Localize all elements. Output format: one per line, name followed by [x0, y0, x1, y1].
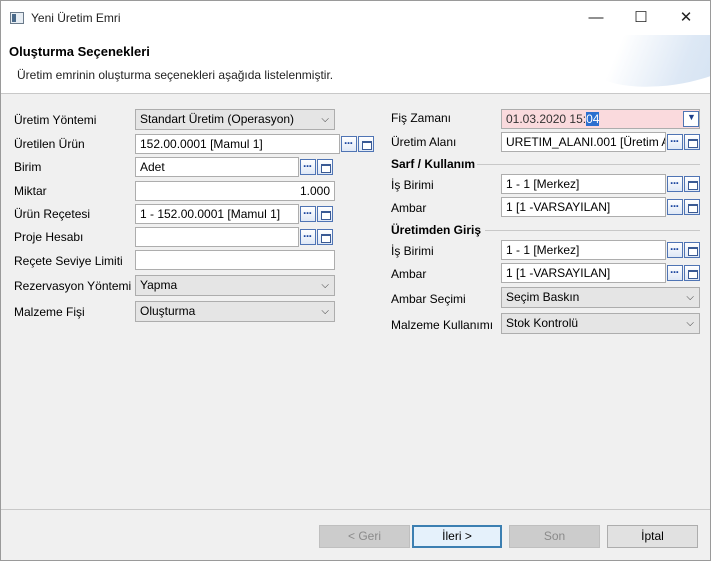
rezervasyon-label: Rezervasyon Yöntemi: [14, 279, 132, 293]
list-icon[interactable]: [358, 136, 374, 152]
list-icon[interactable]: [317, 206, 333, 222]
fis-zamani-label: Fiş Zamanı: [391, 111, 452, 125]
cancel-button[interactable]: İptal: [607, 525, 698, 548]
back-button[interactable]: < Geri: [319, 525, 410, 548]
malzeme-kullanimi-select[interactable]: Stok Kontrolü ⌵: [501, 313, 700, 334]
sarf-is-birimi-label: İş Birimi: [391, 178, 434, 192]
chevron-down-icon: ⌵: [686, 318, 694, 329]
chevron-down-icon: ⌵: [321, 114, 329, 125]
uretim-alani-field[interactable]: URETIM_ALANI.001 [Üretim Al: [501, 132, 666, 152]
footer-divider: [1, 509, 710, 510]
chevron-down-icon: ⌵: [321, 306, 329, 317]
recete-seviye-label: Reçete Seviye Limiti: [14, 254, 123, 268]
birim-label: Birim: [14, 160, 42, 174]
uretilen-urun-field[interactable]: 152.00.0001 [Mamul 1]: [135, 134, 340, 154]
fis-zamani-value: 01.03.2020 15:: [506, 112, 587, 126]
malzeme-fisi-value: Oluşturma: [140, 304, 196, 318]
browse-icon[interactable]: [667, 131, 683, 150]
browse-icon[interactable]: [300, 203, 316, 222]
urun-recetesi-field[interactable]: 1 - 152.00.0001 [Mamul 1]: [135, 204, 299, 224]
recete-seviye-field[interactable]: [135, 250, 335, 270]
list-icon[interactable]: [317, 159, 333, 175]
browse-icon[interactable]: [667, 239, 683, 258]
miktar-field[interactable]: 1.000: [135, 181, 335, 201]
page-subtitle: Üretim emrinin oluşturma seçenekleri aşa…: [17, 68, 334, 82]
fis-zamani-selected: 04: [586, 112, 600, 126]
next-button[interactable]: İleri >: [412, 525, 502, 548]
malzeme-kullanimi-value: Stok Kontrolü: [506, 316, 579, 330]
malzeme-fisi-select[interactable]: Oluşturma ⌵: [135, 301, 335, 322]
window-title: Yeni Üretim Emri: [31, 11, 121, 25]
list-icon[interactable]: [684, 176, 700, 192]
browse-icon[interactable]: [667, 196, 683, 215]
uretim-alani-label: Üretim Alanı: [391, 135, 457, 149]
page-title: Oluşturma Seçenekleri: [9, 44, 150, 59]
title-bar: Yeni Üretim Emri — ☐ ✕: [1, 1, 710, 35]
rezervasyon-value: Yapma: [140, 278, 178, 292]
urun-recetesi-label: Ürün Reçetesi: [14, 207, 91, 221]
giris-ambar-field[interactable]: 1 [1 -VARSAYILAN]: [501, 263, 666, 283]
wizard-header: Oluşturma Seçenekleri Üretim emrinin olu…: [1, 35, 710, 93]
list-icon[interactable]: [684, 265, 700, 281]
giris-is-birimi-label: İş Birimi: [391, 244, 434, 258]
proje-hesabi-field[interactable]: [135, 227, 299, 247]
close-button[interactable]: ✕: [664, 5, 708, 31]
browse-icon[interactable]: [341, 133, 357, 152]
ambar-secimi-label: Ambar Seçimi: [391, 292, 466, 306]
app-icon: [10, 12, 24, 24]
list-icon[interactable]: [317, 229, 333, 245]
group-divider: [477, 164, 700, 165]
ambar-secimi-select[interactable]: Seçim Baskın ⌵: [501, 287, 700, 308]
chevron-down-icon: ⌵: [321, 280, 329, 291]
malzeme-fisi-label: Malzeme Fişi: [14, 305, 85, 319]
birim-field[interactable]: Adet: [135, 157, 299, 177]
fis-zamani-field[interactable]: 01.03.2020 15:04: [501, 109, 700, 129]
finish-button[interactable]: Son: [509, 525, 600, 548]
uretim-yontemi-label: Üretim Yöntemi: [14, 113, 97, 127]
group-divider: [485, 230, 700, 231]
sarf-heading: Sarf / Kullanım: [391, 157, 476, 171]
ambar-secimi-value: Seçim Baskın: [506, 290, 580, 304]
chevron-down-icon: ⌵: [686, 292, 694, 303]
browse-icon[interactable]: [667, 173, 683, 192]
maximize-button[interactable]: ☐: [619, 5, 663, 31]
list-icon[interactable]: [684, 134, 700, 150]
list-icon[interactable]: [684, 242, 700, 258]
minimize-button[interactable]: —: [574, 5, 618, 31]
uretim-yontemi-value: Standart Üretim (Operasyon): [140, 112, 295, 126]
sarf-is-birimi-field[interactable]: 1 - 1 [Merkez]: [501, 174, 666, 194]
giris-ambar-label: Ambar: [391, 267, 427, 281]
wizard-window: Yeni Üretim Emri — ☐ ✕ Oluşturma Seçenek…: [0, 0, 711, 561]
header-decoration: [586, 35, 710, 93]
browse-icon[interactable]: [300, 156, 316, 175]
uretim-yontemi-select[interactable]: Standart Üretim (Operasyon) ⌵: [135, 109, 335, 130]
giris-heading: Üretimden Giriş: [391, 223, 482, 237]
malzeme-kullanimi-label: Malzeme Kullanımı: [391, 318, 494, 332]
browse-icon[interactable]: [667, 262, 683, 281]
list-icon[interactable]: [684, 199, 700, 215]
rezervasyon-select[interactable]: Yapma ⌵: [135, 275, 335, 296]
giris-is-birimi-field[interactable]: 1 - 1 [Merkez]: [501, 240, 666, 260]
sarf-ambar-label: Ambar: [391, 201, 427, 215]
calendar-dropdown-icon[interactable]: [683, 111, 699, 127]
browse-icon[interactable]: [300, 226, 316, 245]
miktar-label: Miktar: [14, 184, 47, 198]
proje-hesabi-label: Proje Hesabı: [14, 230, 84, 244]
uretilen-urun-label: Üretilen Ürün: [14, 137, 85, 151]
header-divider: [1, 93, 710, 94]
sarf-ambar-field[interactable]: 1 [1 -VARSAYILAN]: [501, 197, 666, 217]
